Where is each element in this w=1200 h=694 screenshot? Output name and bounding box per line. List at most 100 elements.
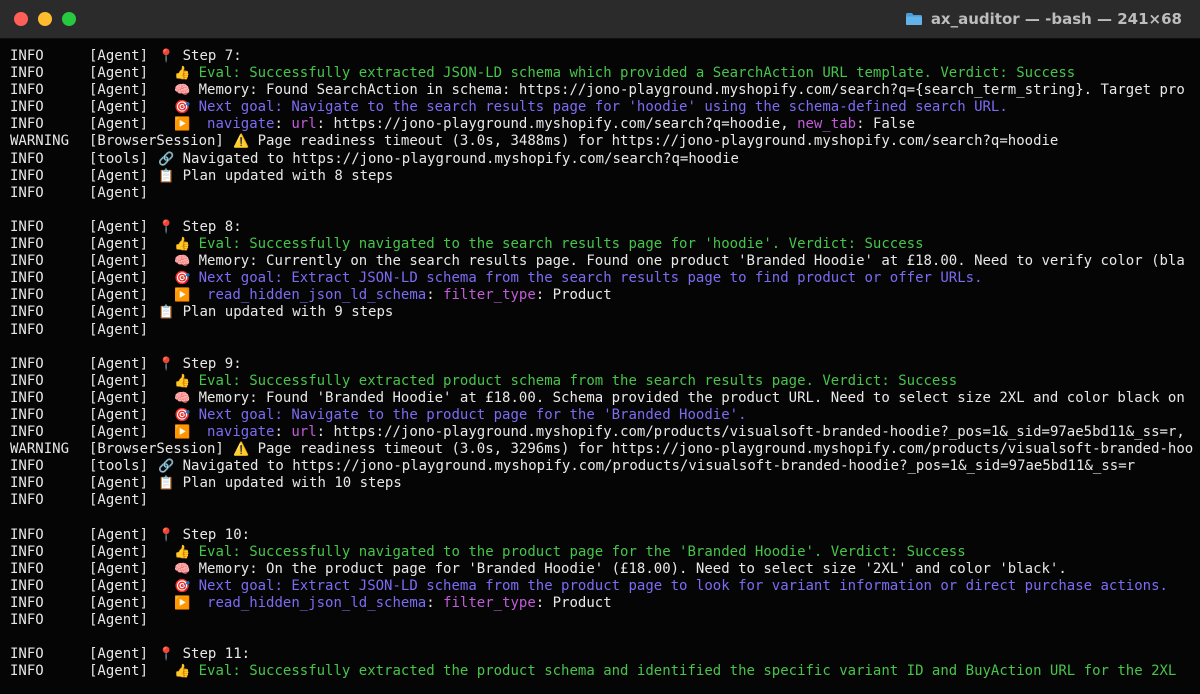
log-text: Page readiness timeout (3.0s, 3488ms) fo… (257, 133, 1059, 150)
log-emoji-icon: 🧠 (174, 83, 191, 99)
log-text: Memory: Found 'Branded Hoodie' at £18.00… (198, 389, 1185, 406)
terminal-output[interactable]: INFO [Agent] 📍 Step 7: INFO [Agent] 👍 Eval: S… (0, 48, 1200, 694)
log-message: 📍 Step 10: (158, 527, 250, 544)
log-text: Navigated to https://jono-playground.mys… (182, 458, 1136, 475)
log-level: INFO (10, 560, 44, 577)
log-line: INFO [Agent] 🧠 Memory: Currently on the se… (0, 253, 1200, 270)
log-level: INFO (10, 355, 44, 372)
log-emoji-icon: 🧠 (174, 561, 191, 577)
log-source: [Agent] (89, 218, 149, 235)
log-source: [Agent] (89, 612, 149, 629)
log-message: 👍 Eval: Successfully navigated to the se… (174, 236, 924, 253)
log-emoji-icon: 🎯 (174, 271, 191, 287)
log-level: INFO (10, 458, 44, 475)
log-level: INFO (10, 321, 44, 338)
log-message: ⚠️ Page readiness timeout (3.0s, 3296ms)… (233, 441, 1193, 458)
log-source: [Agent] (89, 321, 149, 338)
log-source: [Agent] (89, 595, 149, 611)
log-line: INFO [tools] 🔗 Navigated to https://jono-p… (0, 458, 1200, 475)
log-message: 🔗 Navigated to https://jono-playground.m… (158, 458, 1135, 475)
log-text: : https://jono-playground.myshopify.com/… (316, 424, 1185, 441)
log-source: [Agent] (89, 543, 149, 560)
log-message: 📋 Plan updated with 8 steps (158, 168, 393, 185)
log-line: INFO [Agent] 📋 Plan updated with 8 steps (0, 168, 1200, 185)
log-source: [Agent] (89, 492, 149, 509)
minimize-button[interactable] (38, 12, 52, 26)
log-level: INFO (10, 304, 44, 321)
log-emoji-icon: 🎯 (174, 407, 191, 423)
log-level: WARNING (10, 441, 70, 458)
log-emoji-icon: 👍 (174, 237, 191, 253)
log-source: [Agent] (89, 577, 149, 594)
log-source: [Agent] (89, 116, 149, 133)
log-source: [tools] (89, 150, 149, 167)
window-title: ax_auditor — -bash — 241×68 (930, 10, 1182, 28)
log-level: INFO (10, 389, 44, 406)
log-line: INFO [Agent] 📍 Step 11: (0, 646, 1200, 663)
log-source: [Agent] (89, 526, 149, 543)
log-text: read_hidden_json_ld_schema (198, 595, 427, 611)
log-source: [Agent] (89, 65, 149, 82)
log-line: INFO [Agent] ▶️ read_hidden_json_ld_schema… (0, 595, 1200, 612)
log-message: ⚠️ Page readiness timeout (3.0s, 3488ms)… (233, 133, 1058, 150)
log-message: 📋 Plan updated with 9 steps (158, 304, 393, 321)
log-level: WARNING (10, 133, 70, 150)
log-text: : (426, 287, 444, 304)
log-text: Step 7: (182, 48, 242, 64)
log-text: : Product (535, 595, 612, 611)
log-source: [Agent] (89, 167, 149, 184)
log-emoji-icon: ⚠️ (233, 442, 250, 458)
zoom-button[interactable] (62, 12, 76, 26)
log-level: INFO (10, 99, 44, 116)
log-text: new_tab (797, 116, 857, 133)
log-message: 🎯 Next goal: Extract JSON-LD schema from… (174, 578, 1168, 595)
log-emoji-icon: 🧠 (174, 254, 191, 270)
log-level: INFO (10, 287, 44, 304)
log-source: [Agent] (89, 236, 149, 253)
log-emoji-icon: ▶️ (174, 117, 191, 133)
log-text: : (274, 116, 292, 133)
log-text: Next goal: Navigate to the search result… (198, 99, 1008, 116)
log-source: [Agent] (89, 560, 149, 577)
log-emoji-icon: 📍 (158, 49, 175, 64)
log-message: 👍 Eval: Successfully extracted JSON-LD s… (174, 65, 1075, 82)
log-message: 👍 Eval: Successfully navigated to the pr… (174, 544, 966, 561)
log-text: : https://jono-playground.myshopify.com/… (316, 116, 798, 133)
log-source: [Agent] (89, 99, 149, 116)
log-source: [Agent] (89, 270, 149, 287)
log-text: : False (856, 116, 916, 133)
log-message: 🧠 Memory: On the product page for 'Brand… (174, 561, 1067, 578)
log-line: INFO [Agent] 📋 Plan updated with 9 steps (0, 304, 1200, 321)
log-source: [Agent] (89, 646, 149, 663)
log-source: [Agent] (89, 372, 149, 389)
log-message: 📍 Step 9: (158, 356, 242, 373)
log-level: INFO (10, 492, 44, 509)
log-emoji-icon: 📋 (158, 305, 175, 321)
log-message: 🎯 Next goal: Navigate to the search resu… (174, 99, 1008, 116)
log-line: INFO [Agent] 🎯 Next goal: Extract JSON-LD … (0, 270, 1200, 287)
log-emoji-icon: 📍 (158, 356, 175, 372)
log-emoji-icon: 👍 (174, 664, 191, 680)
log-text: Step 10: (182, 526, 251, 543)
log-message: 📍 Step 8: (158, 219, 242, 236)
close-button[interactable] (14, 12, 28, 26)
log-level: INFO (10, 253, 44, 270)
log-message: 👍 Eval: Successfully extracted the produ… (174, 663, 1176, 680)
log-emoji-icon: 📍 (158, 647, 175, 663)
terminal-window: ax_auditor — -bash — 241×68 INFO [Agent] 📍… (0, 0, 1200, 694)
log-text: Next goal: Extract JSON-LD schema from t… (198, 270, 983, 287)
log-emoji-icon: ▶️ (174, 288, 191, 304)
log-text: Next goal: Navigate to the product page … (198, 406, 747, 423)
log-emoji-icon: 📍 (158, 527, 175, 543)
log-emoji-icon: 👍 (174, 544, 191, 560)
log-text: Next goal: Extract JSON-LD schema from t… (198, 577, 1168, 594)
log-emoji-icon: ⚠️ (233, 134, 250, 150)
log-line: INFO [tools] 🔗 Navigated to https://jono-p… (0, 151, 1200, 168)
log-line: INFO [Agent] 📍 Step 8: (0, 219, 1200, 236)
log-level: INFO (10, 406, 44, 423)
log-level: INFO (10, 526, 44, 543)
log-text: navigate (198, 116, 275, 133)
log-line: INFO [Agent] 🎯 Next goal: Navigate to the … (0, 99, 1200, 116)
